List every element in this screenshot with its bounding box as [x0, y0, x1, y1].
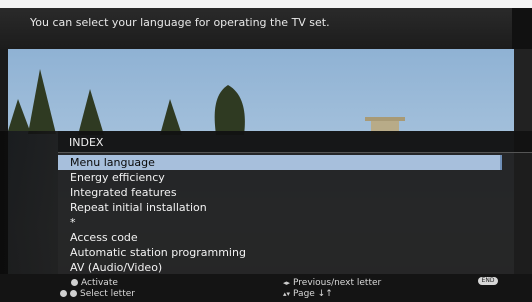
panel-title: INDEX [69, 136, 104, 149]
list-item[interactable]: Repeat initial installation [58, 200, 532, 215]
list-item[interactable]: Energy efficiency [58, 170, 532, 185]
page-hint: ▴▾ Page ↓↑ [283, 289, 333, 299]
list-item[interactable]: * [58, 215, 532, 230]
list-item[interactable]: Access code [58, 230, 532, 245]
color-button-icon [70, 290, 77, 297]
list-item[interactable]: Menu language [58, 155, 502, 170]
index-list: Menu language Energy efficiency Integrat… [58, 155, 532, 275]
list-item[interactable]: Automatic station programming [58, 245, 532, 260]
select-letter-label: Select letter [80, 289, 135, 299]
activate-hint: Activate [71, 278, 118, 288]
page-label: Page ↓↑ [293, 289, 333, 299]
tree-shape [28, 69, 56, 134]
prev-next-label: Previous/next letter [293, 278, 382, 288]
select-letter-hint: Select letter [60, 289, 135, 299]
footer-legend: Activate Select letter ◂▸ Previous/next l… [0, 274, 532, 302]
tree-shape [160, 99, 182, 135]
info-text: You can select your language for operati… [30, 16, 330, 29]
cropped-caption-strip [0, 0, 532, 8]
color-button-icon [60, 290, 67, 297]
ok-button-icon [71, 279, 78, 286]
list-item[interactable]: AV (Audio/Video) [58, 260, 532, 275]
panel-header [58, 131, 532, 152]
tv-screen: You can select your language for operati… [0, 0, 532, 302]
info-bar-edge [512, 8, 532, 49]
tree-shape [214, 85, 245, 135]
prev-next-hint: ◂▸ Previous/next letter [283, 278, 381, 288]
list-item[interactable]: Integrated features [58, 185, 532, 200]
end-button-icon[interactable]: END [478, 277, 498, 285]
page-up-down-icon: ▴▾ [283, 290, 291, 298]
activate-label: Activate [81, 278, 118, 288]
info-bar: You can select your language for operati… [0, 8, 532, 49]
left-right-arrows-icon: ◂▸ [283, 279, 291, 287]
tree-shape [8, 99, 30, 131]
tree-shape [78, 89, 104, 135]
